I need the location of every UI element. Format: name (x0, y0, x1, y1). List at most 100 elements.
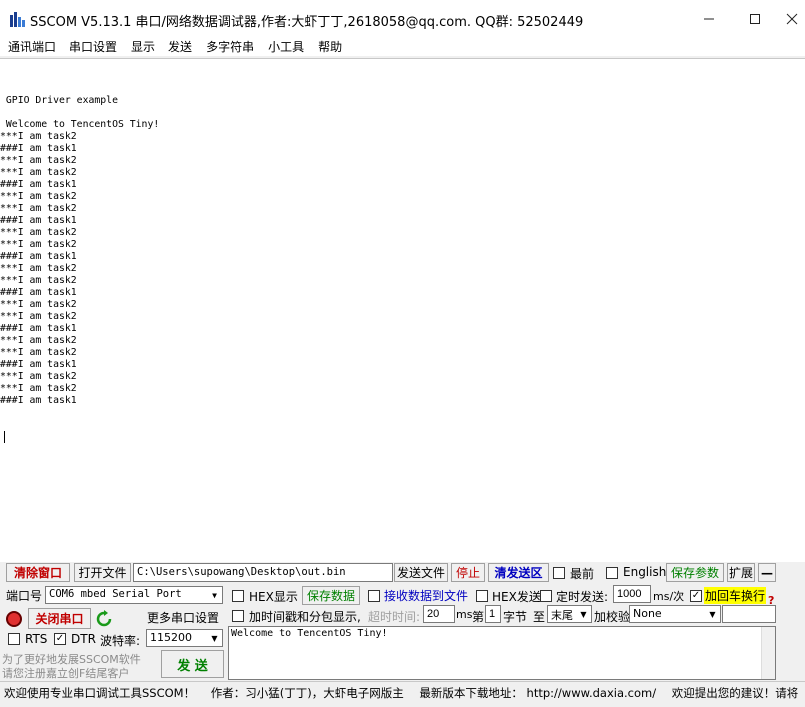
menu-comm-port[interactable]: 通讯端口 (8, 36, 56, 56)
baud-rate-value: 115200 (150, 631, 192, 644)
chevron-down-icon: ▼ (211, 633, 218, 643)
close-window-button[interactable] (778, 4, 805, 34)
baud-rate-select[interactable]: 115200 ▼ (146, 629, 223, 647)
window-title: SSCOM V5.13.1 串口/网络数据调试器,作者:大虾丁丁,2618058… (30, 15, 584, 30)
file-path-input[interactable]: C:\Users\supowang\Desktop\out.bin (133, 563, 393, 582)
port-select[interactable]: COM6 mbed Serial Port ▼ (45, 586, 223, 604)
byte-index-input[interactable]: 1 (485, 605, 501, 623)
send-panel: 端口号 COM6 mbed Serial Port ▼ 关闭串口 更多串口设置 … (0, 584, 805, 680)
send-area-scrollbar[interactable] (761, 627, 775, 679)
clear-window-button[interactable]: 清除窗口 (6, 563, 70, 582)
menu-bar: 通讯端口 串口设置 显示 发送 多字符串 小工具 帮助 (0, 36, 805, 56)
menu-display[interactable]: 显示 (131, 36, 155, 56)
to-label: 至 (533, 610, 546, 624)
maximize-button[interactable] (732, 4, 778, 34)
dtr-checkbox[interactable]: ✓ (54, 633, 66, 645)
output-line: ***I am task2 (0, 203, 77, 214)
timestamp-label: 加时间戳和分包显示, (249, 610, 361, 624)
menu-send[interactable]: 发送 (168, 36, 192, 56)
add-crlf-checkbox[interactable]: ✓ (690, 590, 702, 602)
output-line: ***I am task2 (0, 155, 77, 166)
receive-to-file-checkbox[interactable] (368, 590, 380, 602)
output-line: ***I am task2 (0, 371, 77, 382)
port-select-value: COM6 mbed Serial Port (49, 588, 182, 600)
output-line: GPIO Driver example (0, 95, 118, 106)
status-welcome: 欢迎使用专业串口调试工具SSCOM！ (4, 686, 196, 700)
receive-output-area[interactable]: GPIO Driver example Welcome to TencentOS… (0, 58, 805, 562)
chevron-down-icon: ▼ (212, 590, 217, 600)
output-line: ###I am task1 (0, 143, 77, 154)
app-logo-icon (10, 12, 25, 27)
interval-input[interactable]: 1000 (613, 585, 651, 603)
output-line: ###I am task1 (0, 395, 77, 406)
port-status-icon (6, 611, 22, 627)
checksum-select[interactable]: None ▼ (629, 605, 721, 623)
output-line: ###I am task1 (0, 251, 77, 262)
rts-checkbox[interactable] (8, 633, 20, 645)
output-line: ***I am task2 (0, 347, 77, 358)
always-on-top-checkbox[interactable] (553, 567, 565, 579)
output-line: ***I am task2 (0, 383, 77, 394)
expand-button[interactable]: 扩展 (727, 563, 755, 582)
rts-label: RTS (25, 632, 48, 646)
close-port-button[interactable]: 关闭串口 (28, 608, 91, 629)
open-file-button[interactable]: 打开文件 (74, 563, 131, 582)
byte-suffix-label: 字节 (503, 610, 528, 624)
hex-send-checkbox[interactable] (476, 590, 488, 602)
timeout-input[interactable]: 20 (423, 605, 455, 623)
checkmark-icon: ✓ (55, 633, 65, 644)
send-text-area[interactable]: Welcome to TencentOS Tiny! (228, 626, 776, 680)
timeout-label: 超时时间: (368, 610, 421, 624)
output-line: ###I am task1 (0, 359, 77, 370)
checksum-extra-field[interactable] (722, 605, 776, 623)
stop-button[interactable]: 停止 (451, 563, 485, 582)
menu-port-settings[interactable]: 串口设置 (69, 36, 117, 56)
byte-prefix-label: 第 (472, 610, 485, 624)
title-bar: SSCOM V5.13.1 串口/网络数据调试器,作者:大虾丁丁,2618058… (0, 0, 805, 38)
checksum-label: 加校验 (594, 610, 631, 624)
output-line: ###I am task1 (0, 287, 77, 298)
send-file-button[interactable]: 发送文件 (394, 563, 448, 582)
minimize-icon (704, 18, 714, 20)
receive-to-file-button[interactable]: 接收数据到文件 (383, 586, 469, 605)
timestamp-checkbox[interactable] (232, 610, 244, 622)
hex-display-label: HEX显示 (249, 590, 298, 604)
output-line: ***I am task2 (0, 275, 77, 286)
send-button[interactable]: 发 送 (161, 650, 224, 678)
refresh-icon[interactable] (95, 610, 113, 628)
clear-send-area-button[interactable]: 清发送区 (488, 563, 549, 582)
dtr-label: DTR (71, 632, 96, 646)
minimize-button[interactable] (686, 4, 732, 34)
output-line: ***I am task2 (0, 131, 77, 142)
output-lines: GPIO Driver example Welcome to TencentOS… (0, 83, 805, 407)
chevron-down-icon: ▼ (709, 609, 716, 619)
timed-send-checkbox[interactable] (540, 590, 552, 602)
output-line: ###I am task1 (0, 215, 77, 226)
text-cursor (4, 431, 5, 443)
promo-text-line2: 请您注册嘉立创F结尾客户 (2, 667, 130, 680)
status-download[interactable]: 最新版本下载地址： http://www.daxia.com/ (419, 686, 656, 700)
output-line: ***I am task2 (0, 227, 77, 238)
maximize-icon (750, 14, 760, 24)
end-position-select[interactable]: 末尾 ▼ (547, 605, 592, 623)
output-line: ***I am task2 (0, 239, 77, 250)
menu-help[interactable]: 帮助 (318, 36, 342, 56)
status-suggest: 欢迎提出您的建议！请将 (671, 686, 799, 700)
baud-rate-label: 波特率: (100, 634, 141, 648)
hex-send-label: HEX发送 (492, 590, 541, 604)
save-data-button[interactable]: 保存数据 (302, 586, 360, 605)
timeout-unit-label: ms (456, 608, 473, 621)
english-checkbox[interactable] (606, 567, 618, 579)
menu-tools[interactable]: 小工具 (268, 36, 304, 56)
collapse-button[interactable]: — (758, 563, 776, 582)
output-line: ***I am task2 (0, 299, 77, 310)
save-params-button[interactable]: 保存参数 (666, 563, 724, 582)
more-port-settings-link[interactable]: 更多串口设置 (147, 609, 219, 626)
timed-send-label: 定时发送: (556, 590, 609, 604)
hex-display-checkbox[interactable] (232, 590, 244, 602)
menu-multi-string[interactable]: 多字符串 (206, 36, 254, 56)
output-line: Welcome to TencentOS Tiny! (0, 119, 160, 130)
send-text-content: Welcome to TencentOS Tiny! (231, 628, 388, 639)
